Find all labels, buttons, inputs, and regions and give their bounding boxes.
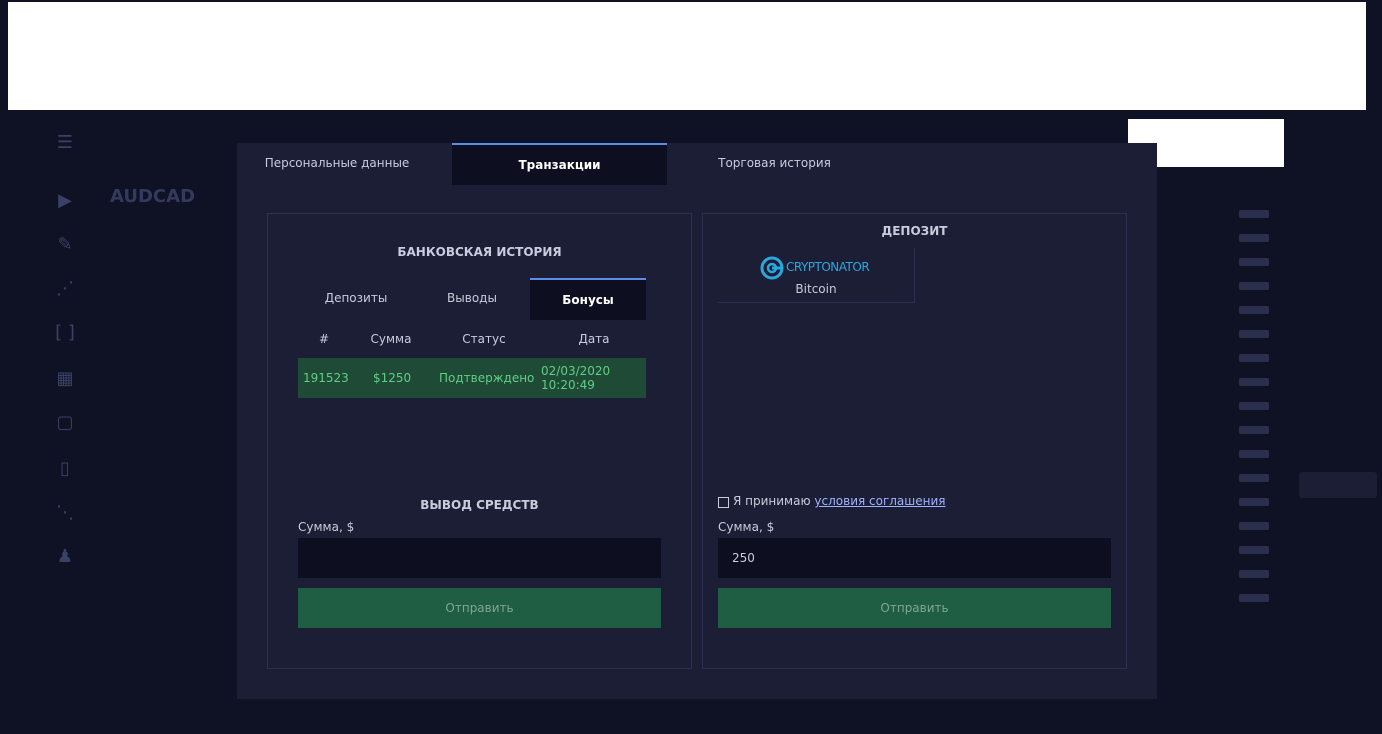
deposit-submit-button[interactable]: Отправить — [718, 588, 1111, 628]
terms-link[interactable]: условия соглашения — [814, 494, 945, 508]
row-amount: $1250 — [373, 371, 412, 385]
calculator-icon[interactable]: ▦ — [54, 368, 76, 390]
asset-symbol: AUDCAD — [110, 186, 196, 207]
bank-history-title: БАНКОВСКАЯ ИСТОРИЯ — [397, 245, 562, 259]
table-row: 191523 $1250 Подтверждено 02/03/2020 10:… — [298, 358, 646, 398]
cryptonator-logo-text: CRYPTONATOR — [786, 260, 870, 274]
row-time: 10:20:49 — [541, 378, 595, 392]
cylinder-icon[interactable]: ▯ — [54, 458, 76, 480]
tab-trading-history[interactable]: Торговая история — [697, 143, 852, 183]
subtab-bonuses[interactable]: Бонусы — [530, 278, 646, 320]
column-header-number: # — [318, 332, 330, 346]
withdraw-submit-button[interactable]: Отправить — [298, 588, 661, 628]
account-modal: Персональные данные Транзакции Торговая … — [237, 143, 1157, 699]
column-header-status: Статус — [462, 332, 506, 346]
deposit-panel: ДЕПОЗИТ CRYPTONATOR Bitcoin Я принимаю у… — [702, 213, 1127, 669]
payment-method-cryptonator[interactable]: CRYPTONATOR Bitcoin — [718, 248, 915, 303]
bracket-icon[interactable]: [ ] — [54, 322, 76, 344]
payment-method-name: Bitcoin — [795, 282, 837, 296]
cryptonator-logo-icon — [760, 256, 784, 280]
subtab-withdrawals[interactable]: Выводы — [414, 278, 530, 318]
menu-icon[interactable]: ☰ — [54, 132, 76, 154]
bank-history-panel: БАНКОВСКАЯ ИСТОРИЯ Депозиты Выводы Бонус… — [267, 213, 692, 669]
withdraw-amount-input[interactable] — [298, 538, 661, 578]
row-id: 191523 — [303, 371, 349, 385]
expand-icon[interactable]: ⋱ — [54, 502, 76, 524]
platform-left-panel: ☰ ▶ ✎ ⋰ [ ] ▦ ▢ ▯ ⋱ ♟ AUDCAD — [14, 112, 237, 734]
column-header-date: Дата — [578, 332, 610, 346]
withdraw-amount-label: Сумма, $ — [298, 520, 355, 534]
deposit-amount-label: Сумма, $ — [718, 520, 775, 534]
subtab-deposits[interactable]: Депозиты — [298, 278, 414, 318]
agree-checkbox[interactable] — [718, 497, 729, 508]
platform-right-panel — [1157, 112, 1378, 734]
tab-transactions[interactable]: Транзакции — [452, 143, 667, 185]
pencil-icon[interactable]: ✎ — [54, 234, 76, 256]
row-date: 02/03/2020 — [541, 364, 611, 378]
agree-label: Я принимаю условия соглашения — [733, 494, 946, 508]
play-icon[interactable]: ▶ — [54, 190, 76, 212]
profile-icon[interactable]: ♟ — [54, 546, 76, 568]
deposit-title: ДЕПОЗИТ — [881, 224, 948, 238]
top-banner-blank — [8, 2, 1366, 110]
chart-line-icon[interactable]: ⋰ — [54, 278, 76, 300]
row-status: Подтверждено — [439, 371, 535, 385]
column-header-amount: Сумма — [370, 332, 412, 346]
withdraw-title: ВЫВОД СРЕДСТВ — [420, 498, 539, 512]
tab-personal-data[interactable]: Персональные данные — [257, 143, 417, 183]
deposit-amount-input[interactable] — [718, 538, 1111, 578]
chat-icon[interactable]: ▢ — [54, 412, 76, 434]
